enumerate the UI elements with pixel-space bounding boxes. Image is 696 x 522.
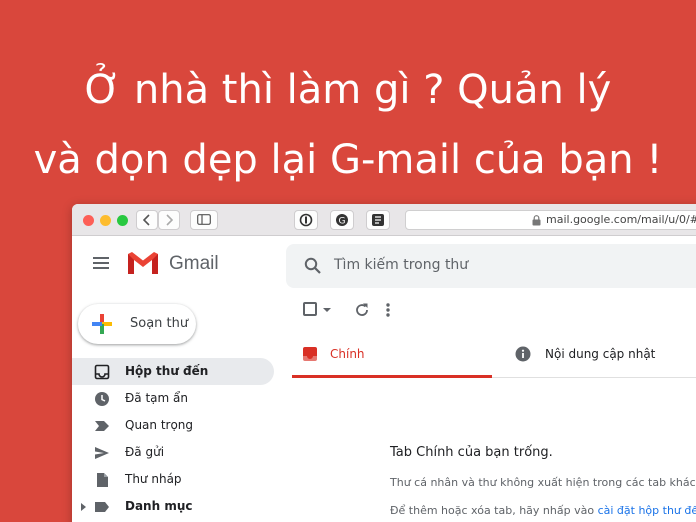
gmail-header: Gmail Tìm kiếm trong thư [72, 236, 696, 294]
empty-state-hint-text: Để thêm hoặc xóa tab, hãy nhấp vào [390, 504, 598, 517]
browser-toolbar: G mail.google.com/mail/u/0/#inbox [72, 204, 696, 236]
headline-line-2: và dọn dẹp lại G-mail của bạn ! [33, 137, 663, 183]
important-icon [95, 421, 109, 431]
inbox-icon [94, 364, 110, 380]
sidebar-item-important[interactable]: Quan trọng [72, 412, 274, 439]
inbox-icon [303, 347, 317, 361]
empty-state-description: Thư cá nhân và thư không xuất hiện trong… [390, 476, 696, 489]
draft-icon [97, 473, 108, 487]
sidebar-toggle-button[interactable] [190, 210, 218, 230]
url-text: mail.google.com/mail/u/0/#inbox [546, 213, 696, 226]
compose-label: Soạn thư [130, 316, 189, 331]
notes-icon [372, 214, 384, 226]
sidebar-item-snoozed[interactable]: Đã tạm ẩn [72, 385, 274, 412]
expand-caret-icon[interactable] [81, 503, 86, 511]
sidebar-item-label: Quan trọng [125, 418, 194, 432]
tab-updates[interactable]: Nội dung cập nhật [512, 330, 696, 378]
close-window-button[interactable] [83, 215, 94, 226]
address-bar[interactable]: mail.google.com/mail/u/0/#inbox [405, 210, 696, 230]
tab-primary[interactable]: Chính [292, 330, 492, 378]
empty-state-hint: Để thêm hoặc xóa tab, hãy nhấp vào cài đ… [390, 504, 696, 517]
extension-2-button[interactable]: G [330, 210, 354, 230]
browser-window: G mail.google.com/mail/u/0/#inbox Gmail … [72, 204, 696, 522]
more-vert-icon[interactable] [383, 301, 393, 319]
gmail-logo-icon[interactable] [126, 250, 160, 276]
search-bar[interactable]: Tìm kiếm trong thư [286, 244, 696, 288]
sidebar-icon [197, 214, 211, 225]
grammarly-icon: G [336, 214, 348, 227]
sidebar-item-label: Danh mục [125, 499, 193, 513]
extension-1-button[interactable] [294, 210, 318, 230]
send-icon [95, 447, 109, 459]
inbox-settings-link[interactable]: cài đặt hộp thư đến. [598, 504, 696, 517]
lock-icon [532, 215, 541, 226]
sidebar-item-label: Đã gửi [125, 445, 165, 459]
plus-icon [92, 314, 112, 334]
chevron-right-icon [166, 214, 174, 226]
sidebar-item-inbox[interactable]: Hộp thư đến [72, 358, 274, 385]
empty-state-title: Tab Chính của bạn trống. [390, 445, 553, 460]
extension-3-button[interactable] [366, 210, 390, 230]
menu-icon[interactable] [93, 257, 109, 269]
forward-button[interactable] [158, 210, 180, 230]
maximize-window-button[interactable] [117, 215, 128, 226]
sidebar-item-categories[interactable]: Danh mục [72, 493, 274, 520]
search-icon[interactable] [304, 257, 322, 275]
clock-icon [95, 392, 109, 406]
sidebar-item-label: Hộp thư đến [125, 364, 209, 378]
sidebar-item-sent[interactable]: Đã gửi [72, 439, 274, 466]
search-input[interactable]: Tìm kiếm trong thư [334, 257, 468, 273]
back-button[interactable] [136, 210, 158, 230]
select-all-checkbox[interactable] [303, 302, 317, 316]
headline-line-1: Ở nhà thì làm gì ? Quản lý [84, 67, 612, 113]
label-icon [95, 502, 109, 512]
gmail-logo-text: Gmail [169, 253, 219, 274]
sidebar-item-label: Đã tạm ẩn [125, 391, 188, 405]
tab-label: Nội dung cập nhật [545, 347, 656, 361]
chevron-left-icon [142, 214, 150, 226]
category-tabs: Chính Nội dung cập nhật [292, 330, 696, 378]
compose-button[interactable]: Soạn thư [78, 304, 196, 344]
svg-text:G: G [339, 217, 346, 227]
tab-label: Chính [330, 347, 365, 361]
mail-toolbar [292, 296, 696, 326]
refresh-icon[interactable] [353, 301, 371, 319]
sidebar-item-drafts[interactable]: Thư nháp [72, 466, 274, 493]
sidebar-item-label: Thư nháp [125, 472, 182, 486]
privacy-icon [299, 213, 313, 227]
minimize-window-button[interactable] [100, 215, 111, 226]
info-icon [515, 346, 531, 362]
sidebar-nav: Hộp thư đến Đã tạm ẩn Quan trọng Đã gửi … [72, 358, 284, 520]
select-dropdown-icon[interactable] [323, 308, 331, 312]
